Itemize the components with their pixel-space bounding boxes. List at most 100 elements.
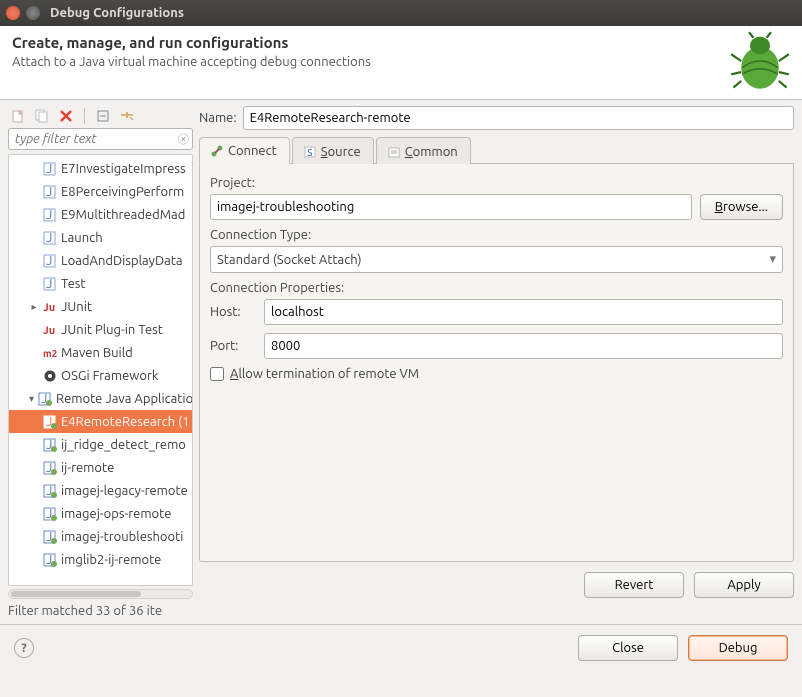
java-file-icon: J (43, 277, 57, 291)
dialog-header: Create, manage, and run configurations A… (0, 26, 802, 100)
tree-item-label: Test (61, 277, 86, 291)
tree-item[interactable]: J Launch (9, 226, 192, 249)
svg-text:J: J (46, 254, 52, 268)
remote-icon: J (43, 507, 57, 521)
apply-revert-row: Revert Apply (199, 572, 794, 598)
tab-source-label: Source (321, 145, 361, 159)
tree-item-label: ij-remote (61, 461, 114, 475)
right-panel: Name: Connect s Source Common Project: B… (199, 106, 794, 620)
expander-icon[interactable]: ▸ (29, 301, 39, 313)
tab-connect[interactable]: Connect (199, 137, 290, 164)
expander-icon[interactable]: ▾ (29, 393, 34, 405)
tree-item[interactable]: ▸ Ju JUnit (9, 295, 192, 318)
config-toolbar (8, 106, 193, 128)
tree-item[interactable]: JE7InvestigateImpress (9, 157, 192, 180)
svg-text:s: s (307, 145, 313, 159)
tree-item-selected[interactable]: JE4RemoteResearch (1 (9, 410, 192, 433)
tree-item-label: imglib2-ij-remote (61, 553, 161, 567)
apply-button[interactable]: Apply (694, 572, 794, 598)
window-titlebar: Debug Configurations (0, 0, 802, 26)
delete-config-icon[interactable] (58, 108, 74, 124)
java-file-icon: J (43, 254, 57, 268)
tab-source[interactable]: s Source (292, 137, 374, 164)
tree-item[interactable]: Jij-remote (9, 456, 192, 479)
junit-icon: Ju (43, 300, 57, 314)
config-tree[interactable]: JE7InvestigateImpressJE8PerceivingPerfor… (8, 154, 193, 586)
host-input[interactable] (264, 299, 783, 325)
debug-button[interactable]: Debug (688, 635, 788, 661)
java-file-icon: J (43, 185, 57, 199)
tree-item-label: Launch (61, 231, 103, 245)
scrollbar-thumb[interactable] (11, 591, 141, 597)
connection-type-select[interactable]: Standard (Socket Attach) ▾ (210, 246, 783, 273)
window-title: Debug Configurations (50, 6, 184, 20)
svg-text:J: J (46, 208, 52, 222)
svg-text:J: J (46, 185, 52, 199)
tree-item-label: ij_ridge_detect_remo (61, 438, 186, 452)
tree-item-label: Maven Build (61, 346, 133, 360)
port-label: Port: (210, 339, 256, 353)
name-label: Name: (199, 111, 237, 125)
remote-icon: J (43, 461, 57, 475)
remote-icon: J (43, 415, 57, 429)
tree-item[interactable]: Ju JUnit Plug-in Test (9, 318, 192, 341)
left-panel: ⓧ JE7InvestigateImpressJE8PerceivingPerf… (8, 106, 193, 620)
tree-item-label: JUnit Plug-in Test (61, 323, 163, 337)
duplicate-config-icon[interactable] (34, 108, 50, 124)
horizontal-scrollbar[interactable] (8, 589, 193, 599)
chevron-down-icon: ▾ (769, 252, 776, 267)
browse-button[interactable]: Browse... (700, 194, 783, 220)
filter-icon[interactable] (119, 108, 135, 124)
tree-item[interactable]: m2 Maven Build (9, 341, 192, 364)
collapse-all-icon[interactable] (95, 108, 111, 124)
allow-termination-input[interactable] (210, 367, 224, 381)
common-icon (387, 145, 401, 159)
tree-item[interactable]: ▾JRemote Java Application (9, 387, 192, 410)
filter-field[interactable]: ⓧ (8, 128, 193, 150)
tree-item-label: JUnit (61, 300, 92, 314)
host-label: Host: (210, 305, 256, 319)
remote-icon: J (43, 484, 57, 498)
junit-plug-icon: Ju (43, 323, 57, 337)
allow-termination-checkbox[interactable]: Allow termination of remote VM (210, 367, 783, 381)
port-input[interactable] (264, 333, 783, 359)
connection-type-label: Connection Type: (210, 228, 783, 242)
tree-item-label: imagej-troubleshooti (61, 530, 183, 544)
help-button[interactable]: ? (14, 638, 34, 658)
dialog-footer: ? Close Debug (0, 624, 802, 671)
minimize-window-icon[interactable] (26, 6, 40, 20)
clear-filter-icon[interactable]: ⓧ (178, 131, 189, 147)
connect-tab-content: Project: Browse... Connection Type: Stan… (199, 164, 794, 562)
tree-item[interactable]: OSGi Framework (9, 364, 192, 387)
tree-item[interactable]: J Test (9, 272, 192, 295)
maven-icon: m2 (43, 346, 57, 360)
tree-item[interactable]: JLoadAndDisplayData (9, 249, 192, 272)
project-label: Project: (210, 176, 783, 190)
svg-text:J: J (46, 277, 52, 291)
tree-item[interactable]: Jimagej-legacy-remote (9, 479, 192, 502)
connect-icon (210, 144, 224, 158)
tree-item[interactable]: J E9MultithreadedMad (9, 203, 192, 226)
name-input[interactable] (243, 106, 794, 130)
project-input[interactable] (210, 194, 692, 220)
tree-item[interactable]: Jimagej-ops-remote (9, 502, 192, 525)
tab-common[interactable]: Common (376, 137, 471, 164)
close-button[interactable]: Close (578, 635, 678, 661)
tree-item-label: E9MultithreadedMad (61, 208, 185, 222)
close-window-icon[interactable] (6, 6, 20, 20)
source-icon: s (303, 145, 317, 159)
new-config-icon[interactable] (10, 108, 26, 124)
eclipse-debug-icon (726, 30, 794, 92)
tree-item[interactable]: JE8PerceivingPerform (9, 180, 192, 203)
java-file-icon: J (43, 231, 57, 245)
filter-input[interactable] (8, 128, 193, 150)
svg-text:J: J (46, 231, 52, 245)
remote-icon: J (43, 530, 57, 544)
tree-item[interactable]: Jimagej-troubleshooti (9, 525, 192, 548)
tree-item-label: Remote Java Application (56, 392, 192, 406)
header-subtitle: Attach to a Java virtual machine accepti… (12, 55, 790, 69)
tree-item-label: imagej-ops-remote (61, 507, 171, 521)
tree-item[interactable]: Jij_ridge_detect_remo (9, 433, 192, 456)
revert-button[interactable]: Revert (584, 572, 684, 598)
tree-item[interactable]: Jimglib2-ij-remote (9, 548, 192, 571)
